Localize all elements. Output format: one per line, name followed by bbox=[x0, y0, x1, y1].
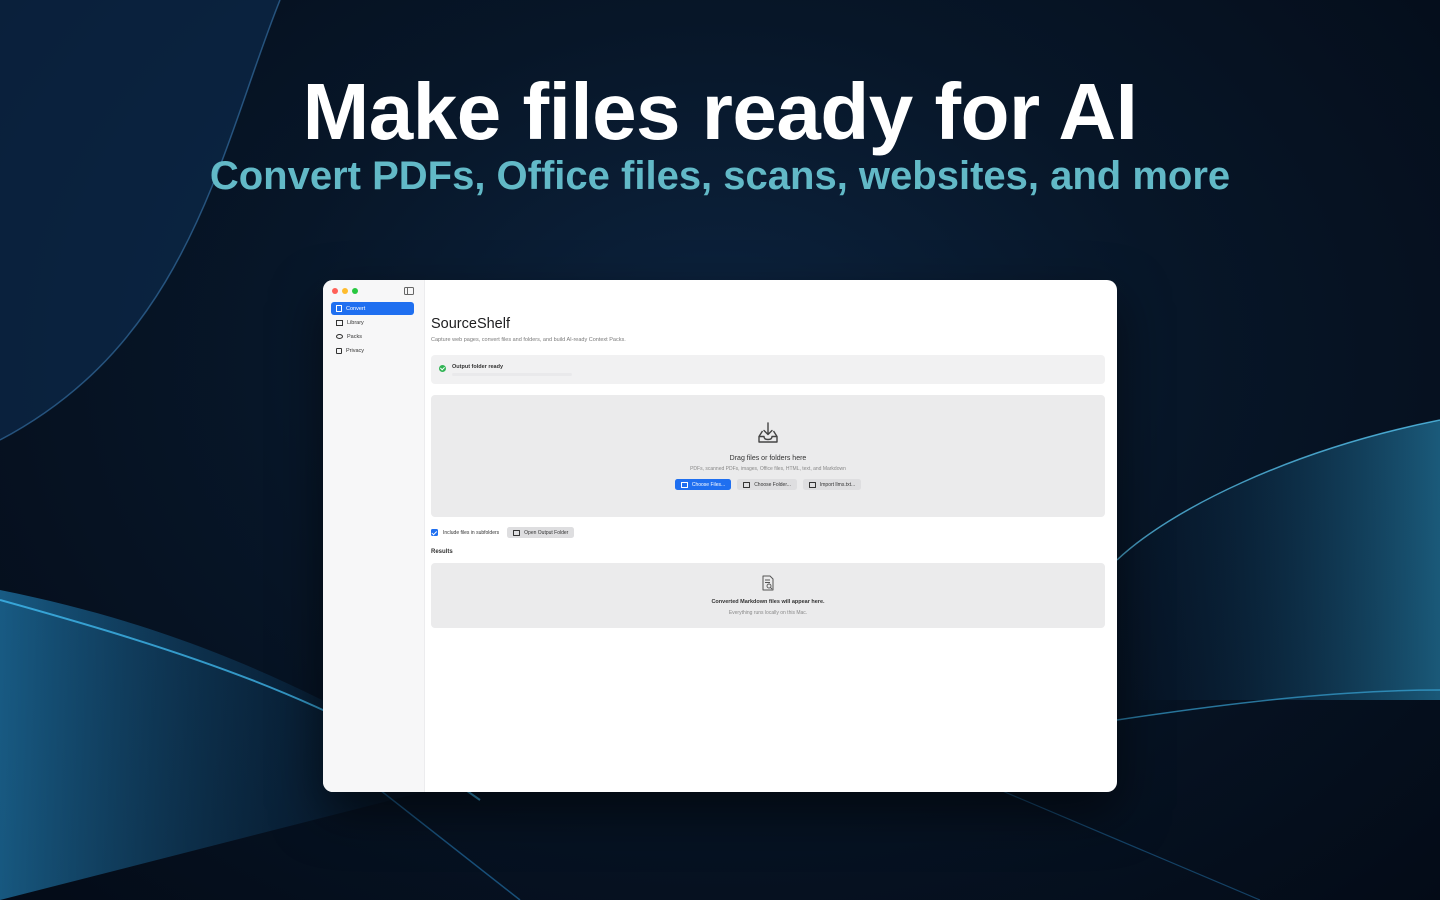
sidebar-item-packs[interactable]: Packs bbox=[331, 330, 414, 343]
sidebar-item-convert[interactable]: Convert bbox=[331, 302, 414, 315]
choose-folder-label: Choose Folder... bbox=[754, 481, 791, 488]
folder-icon bbox=[743, 481, 751, 488]
zoom-window-button[interactable] bbox=[352, 288, 358, 294]
sidebar-item-label: Library bbox=[347, 319, 364, 326]
close-window-button[interactable] bbox=[332, 288, 338, 294]
include-subfolders-label: Include files in subfolders bbox=[443, 529, 500, 536]
checkmark-circle-icon bbox=[439, 365, 446, 372]
status-banner: Output folder ready bbox=[431, 355, 1105, 384]
import-llms-label: Import llms.txt... bbox=[819, 481, 856, 488]
options-row: Include files in subfolders Open Output … bbox=[431, 527, 575, 538]
sidebar-item-label: Privacy bbox=[346, 347, 365, 354]
include-subfolders-checkbox[interactable] bbox=[431, 529, 438, 536]
main-content: SourceShelf Capture web pages, convert f… bbox=[431, 280, 1105, 792]
hero-headline: Make files ready for AI bbox=[302, 67, 1138, 156]
page-subtitle: Capture web pages, convert files and fol… bbox=[431, 337, 626, 343]
files-icon bbox=[680, 481, 688, 488]
document-search-icon bbox=[762, 575, 774, 591]
results-heading: Results bbox=[431, 549, 453, 555]
import-llms-button[interactable]: Import llms.txt... bbox=[802, 479, 862, 490]
document-icon bbox=[336, 305, 342, 312]
tray-download-icon bbox=[758, 422, 778, 443]
hero-subline: Convert PDFs, Office files, scans, websi… bbox=[209, 154, 1231, 198]
status-text: Output folder ready bbox=[452, 364, 504, 370]
results-panel: Converted Markdown files will appear her… bbox=[431, 563, 1105, 628]
privacy-icon bbox=[336, 347, 342, 354]
page-title: SourceShelf bbox=[431, 316, 510, 332]
open-output-folder-label: Open Output Folder bbox=[524, 529, 569, 536]
sidebar: Convert Library Packs Privacy bbox=[323, 280, 425, 792]
library-icon bbox=[336, 319, 343, 326]
sidebar-item-privacy[interactable]: Privacy bbox=[331, 344, 414, 357]
drop-zone-buttons: Choose Files... Choose Folder... Import … bbox=[431, 479, 1105, 490]
sidebar-nav: Convert Library Packs Privacy bbox=[331, 302, 414, 358]
results-empty-subtitle: Everything runs locally on this Mac. bbox=[728, 610, 808, 616]
drop-zone-subtitle: PDFs, scanned PDFs, images, Office files… bbox=[690, 466, 846, 472]
choose-files-button[interactable]: Choose Files... bbox=[674, 479, 732, 490]
drop-zone-title: Drag files or folders here bbox=[729, 455, 807, 462]
drop-zone[interactable]: Drag files or folders here PDFs, scanned… bbox=[431, 395, 1105, 517]
document-icon bbox=[808, 481, 816, 488]
open-output-folder-button[interactable]: Open Output Folder bbox=[507, 527, 575, 538]
choose-files-label: Choose Files... bbox=[691, 481, 726, 488]
choose-folder-button[interactable]: Choose Folder... bbox=[737, 479, 797, 490]
results-empty-title: Converted Markdown files will appear her… bbox=[711, 599, 825, 605]
sidebar-item-label: Packs bbox=[347, 333, 362, 340]
pack-icon bbox=[336, 334, 343, 339]
minimize-window-button[interactable] bbox=[342, 288, 348, 294]
sidebar-item-library[interactable]: Library bbox=[331, 316, 414, 329]
app-window: Convert Library Packs Privacy SourceShel… bbox=[323, 280, 1117, 792]
folder-icon bbox=[513, 529, 521, 536]
sidebar-item-label: Convert bbox=[346, 305, 366, 312]
sidebar-toggle-icon[interactable] bbox=[404, 287, 414, 295]
status-path-bar bbox=[452, 373, 572, 376]
